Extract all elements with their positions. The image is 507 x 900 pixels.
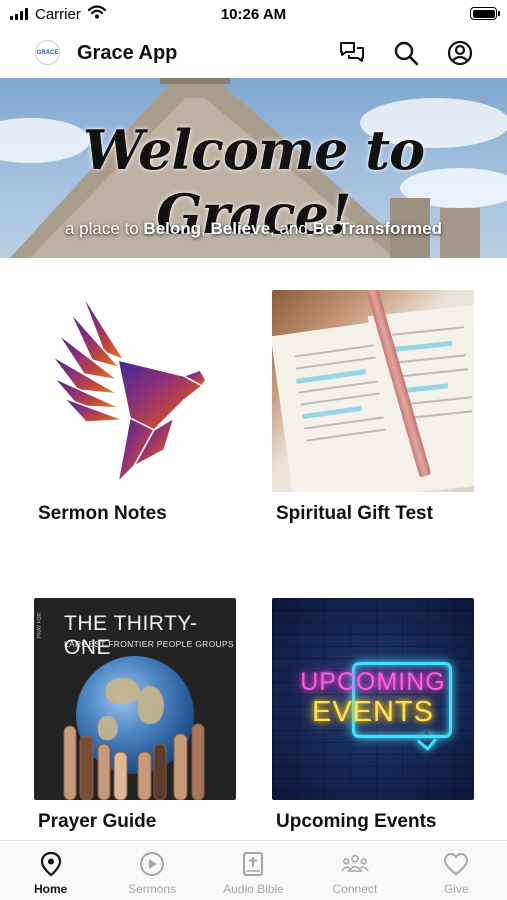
search-icon[interactable] [391,38,421,68]
status-bar: Carrier 10:26 AM [0,0,507,30]
tagline-lead: a place to [64,219,144,238]
chat-icon[interactable] [337,38,367,68]
neon-text-upcoming: UPCOMING [300,668,446,696]
welcome-banner[interactable]: Welcome to Grace! a place to Belong, Bel… [0,78,507,258]
app-header: GRACE Grace App [0,30,507,78]
app-logo: GRACE [35,40,60,65]
tile-label: Upcoming Events [276,811,437,832]
play-circle-icon [138,850,166,878]
dove-image [34,290,236,492]
tile-label: Prayer Guide [38,811,157,832]
tagline-transformed: Be Transformed [312,219,443,238]
app-title: Grace App [77,42,178,64]
tile-sermon-notes[interactable]: Sermon Notes [34,290,236,524]
tab-home[interactable]: Home [0,841,101,900]
tab-sermons[interactable]: Sermons [101,841,202,900]
tile-label: Sermon Notes [38,503,167,524]
tile-spiritual-gift-test[interactable]: Spiritual Gift Test [272,290,474,524]
tab-label: Give [443,882,469,896]
tile-upcoming-events[interactable]: UPCOMING EVENTS Upcoming Events [272,598,474,832]
tab-give[interactable]: Give [406,841,507,900]
group-icon [341,850,369,878]
neon-sign-image: UPCOMING EVENTS [272,598,474,800]
tile-label: Spiritual Gift Test [276,503,433,524]
open-bible-image [272,290,474,492]
status-time: 10:26 AM [220,6,287,23]
profile-icon[interactable] [445,38,475,68]
tagline-believe: Believe [210,219,271,238]
tab-connect[interactable]: Connect [304,841,405,900]
tab-label: Connect [332,882,378,896]
neon-text-events: EVENTS [311,696,435,728]
tab-label: Audio Bible [223,882,284,896]
globe-hands-image: PRAY FOR THE THIRTY-ONE LARGEST FRONTIER… [34,598,236,800]
map-pin-icon [37,850,65,878]
tile-prayer-guide[interactable]: PRAY FOR THE THIRTY-ONE LARGEST FRONTIER… [34,598,236,832]
tab-label: Sermons [128,882,177,896]
heart-icon [442,850,470,878]
tagline-sep-2: , and [270,219,313,238]
battery-icon [470,7,500,20]
tab-label: Home [34,882,68,896]
tagline-belong: Belong [143,219,202,238]
bible-icon [239,850,267,878]
bottom-tab-bar: Home Sermons Audio Bible Connect Give [0,840,507,900]
hands [63,723,205,800]
tab-audio-bible[interactable]: Audio Bible [203,841,304,900]
banner-tagline: a place to Belong, Believe, and Be Trans… [0,219,507,239]
